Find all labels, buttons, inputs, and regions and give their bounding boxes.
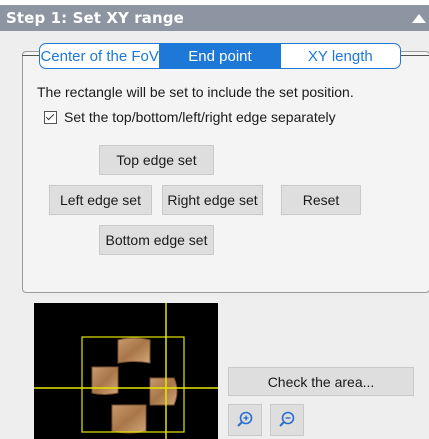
separate-edges-label: Set the top/bottom/left/right edge separ…	[64, 109, 336, 125]
separate-edges-checkbox[interactable]	[44, 110, 57, 124]
zoom-out-icon	[279, 411, 295, 427]
zoom-in-button[interactable]	[228, 404, 262, 436]
right-edge-set-button[interactable]: Right edge set	[162, 185, 263, 215]
preview-canvas	[34, 303, 218, 439]
zoom-in-icon	[237, 411, 253, 427]
tab-end-point[interactable]: End point	[159, 44, 280, 68]
bottom-edge-set-button[interactable]: Bottom edge set	[99, 225, 214, 255]
check-area-button[interactable]: Check the area...	[228, 367, 414, 396]
reset-button[interactable]: Reset	[281, 185, 361, 215]
description-text: The rectangle will be set to include the…	[37, 84, 354, 100]
panel-title: Step 1: Set XY range	[6, 9, 184, 27]
left-edge-set-button[interactable]: Left edge set	[49, 185, 152, 215]
tab-center-of-fov[interactable]: Center of the FoV	[40, 44, 159, 68]
zoom-out-button[interactable]	[270, 404, 304, 436]
tab-xy-length[interactable]: XY length	[279, 44, 400, 68]
divider	[22, 55, 39, 56]
panel-header[interactable]: Step 1: Set XY range	[0, 5, 429, 31]
collapse-icon[interactable]	[412, 14, 426, 23]
separate-edges-row[interactable]: Set the top/bottom/left/right edge separ…	[44, 109, 336, 125]
top-edge-set-button[interactable]: Top edge set	[99, 145, 214, 175]
area-preview[interactable]	[34, 303, 218, 439]
sample-tiles	[91, 337, 178, 434]
divider	[400, 55, 429, 56]
mode-tabs: Center of the FoV End point XY length	[39, 43, 401, 69]
